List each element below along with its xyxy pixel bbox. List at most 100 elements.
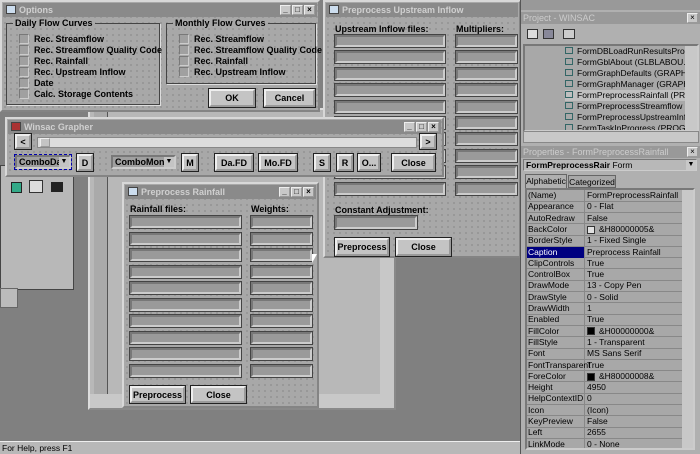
property-row[interactable]: Caption Preprocess Rainfall: [527, 246, 682, 259]
multiplier-input[interactable]: [455, 132, 518, 147]
minimize-button[interactable]: _: [404, 122, 415, 132]
checkbox-box[interactable]: [179, 67, 189, 77]
combo-month[interactable]: ComboMonth ▼: [111, 155, 176, 169]
maximize-button[interactable]: □: [416, 122, 427, 132]
multiplier-input[interactable]: [455, 181, 518, 196]
minimize-button[interactable]: _: [280, 5, 291, 15]
daily-flow-duration-button[interactable]: Da.FD: [214, 153, 254, 172]
property-value[interactable]: 4950: [587, 382, 606, 393]
inflow-file-input[interactable]: [334, 50, 446, 65]
checkbox-box[interactable]: [19, 34, 29, 44]
inflow-file-input[interactable]: [334, 66, 446, 81]
weight-input[interactable]: [250, 314, 313, 328]
weight-input[interactable]: [250, 248, 313, 262]
property-row[interactable]: Left 2655: [527, 427, 682, 439]
property-value[interactable]: &H80000008&: [599, 371, 654, 382]
rainfall-file-input[interactable]: [129, 231, 242, 246]
close-button[interactable]: ×: [687, 147, 698, 157]
monthly-button[interactable]: M: [181, 153, 199, 172]
toggle-folders-icon[interactable]: [563, 29, 575, 39]
property-value[interactable]: 0 - Flat: [587, 201, 613, 212]
weight-input[interactable]: [250, 363, 313, 378]
weight-input[interactable]: [250, 330, 313, 345]
combo-daily[interactable]: ComboDai ▼: [14, 154, 72, 170]
multiplier-input[interactable]: [455, 148, 518, 163]
rainfall-file-input[interactable]: [129, 314, 242, 328]
rainfall-file-input[interactable]: [129, 281, 242, 295]
rainfall-file-input[interactable]: [129, 264, 242, 279]
property-row[interactable]: HelpContextID 0: [527, 393, 682, 406]
checkbox-box[interactable]: [179, 34, 189, 44]
weight-input[interactable]: [250, 281, 313, 295]
dropdown-arrow-icon[interactable]: ▼: [686, 160, 696, 170]
inflow-file-input[interactable]: [334, 99, 446, 114]
rainfall-file-input[interactable]: [129, 330, 242, 345]
monthly-flow-duration-button[interactable]: Mo.FD: [258, 153, 298, 172]
property-value[interactable]: False: [587, 213, 608, 224]
project-item[interactable]: FormPreprocessUpstreamInflow: [565, 112, 697, 123]
property-value[interactable]: 0 - None: [587, 439, 620, 448]
vertical-scrollbar[interactable]: [685, 46, 697, 130]
ok-button[interactable]: OK: [208, 88, 256, 108]
property-row[interactable]: KeyPreview False: [527, 416, 682, 428]
property-value[interactable]: &H00000000&: [599, 326, 654, 337]
inflow-file-input[interactable]: [334, 34, 446, 48]
close-button[interactable]: Close: [190, 385, 247, 404]
property-value[interactable]: 2655: [587, 427, 606, 438]
property-row[interactable]: BorderStyle 1 - Fixed Single: [527, 235, 682, 247]
checkbox-box[interactable]: [179, 56, 189, 66]
property-value[interactable]: True: [587, 360, 604, 371]
property-row[interactable]: Enabled True: [527, 314, 682, 326]
daily-checkbox[interactable]: Date: [19, 78, 54, 88]
property-row[interactable]: LinkMode 0 - None: [527, 438, 682, 448]
property-row[interactable]: (Name) FormPreprocessRainfall: [527, 190, 682, 202]
weight-input[interactable]: [250, 347, 313, 361]
property-row[interactable]: Appearance 0 - Flat: [527, 201, 682, 213]
property-row[interactable]: FillColor &H00000000&: [527, 325, 682, 338]
property-row[interactable]: ForeColor &H80000008&: [527, 370, 682, 383]
property-value[interactable]: 1: [587, 303, 592, 314]
inflow-file-input[interactable]: [334, 83, 446, 98]
preprocess-button[interactable]: Preprocess: [334, 237, 390, 257]
rainfall-file-input[interactable]: [129, 248, 242, 262]
property-value[interactable]: 1 - Fixed Single: [587, 235, 646, 246]
multiplier-input[interactable]: [455, 116, 518, 130]
vertical-scrollbar[interactable]: [682, 190, 693, 448]
rainfall-file-input[interactable]: [129, 215, 242, 229]
property-value[interactable]: 1 - Transparent: [587, 337, 645, 348]
date-scrollbar[interactable]: [37, 137, 417, 148]
tab-alphabetic[interactable]: Alphabetic: [525, 174, 567, 188]
monthly-checkbox[interactable]: Rec. Rainfall: [179, 56, 248, 66]
maximize-button[interactable]: □: [291, 187, 302, 197]
property-value[interactable]: True: [587, 314, 604, 325]
property-row[interactable]: Icon (Icon): [527, 404, 682, 417]
daily-checkbox[interactable]: Rec. Rainfall: [19, 56, 88, 66]
dropdown-arrow-icon[interactable]: ▼: [59, 157, 69, 167]
multiplier-input[interactable]: [455, 83, 518, 98]
multiplier-input[interactable]: [455, 66, 518, 81]
weight-input[interactable]: [250, 215, 313, 229]
dropdown-arrow-icon[interactable]: ▼: [164, 157, 174, 167]
weight-input[interactable]: [250, 264, 313, 279]
checkbox-box[interactable]: [179, 45, 189, 55]
property-value[interactable]: True: [587, 269, 604, 280]
tab-categorized[interactable]: Categorized: [568, 175, 616, 188]
close-button[interactable]: ×: [687, 13, 698, 23]
monthly-checkbox[interactable]: Rec. Streamflow Quality Code: [179, 45, 322, 55]
property-row[interactable]: AutoRedraw False: [527, 212, 682, 225]
weight-input[interactable]: [250, 231, 313, 246]
close-button[interactable]: ×: [304, 5, 315, 15]
property-value[interactable]: Preprocess Rainfall: [587, 247, 661, 258]
property-value[interactable]: False: [587, 416, 608, 427]
property-row[interactable]: DrawStyle 0 - Solid: [527, 291, 682, 304]
multiplier-input[interactable]: [455, 50, 518, 65]
project-item[interactable]: FormGraphDefaults (GRAPHDFL: [565, 68, 697, 79]
monthly-checkbox[interactable]: Rec. Streamflow: [179, 34, 264, 44]
checkbox-box[interactable]: [19, 45, 29, 55]
project-item[interactable]: FormGblAbout (GLBLABOU.FRM: [565, 57, 697, 68]
maximize-button[interactable]: □: [292, 5, 303, 15]
property-value[interactable]: 13 - Copy Pen: [587, 280, 641, 291]
property-row[interactable]: FillStyle 1 - Transparent: [527, 336, 682, 349]
s-button[interactable]: S: [313, 153, 331, 172]
close-button[interactable]: Close: [395, 237, 452, 257]
